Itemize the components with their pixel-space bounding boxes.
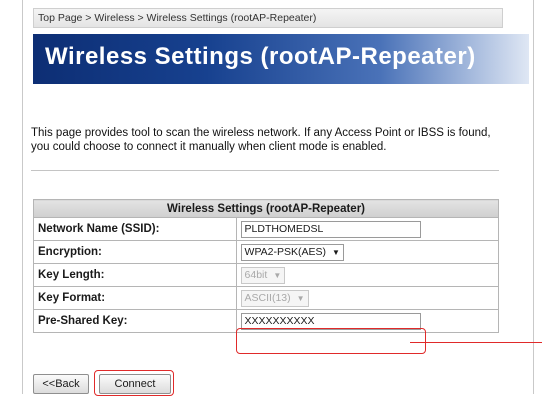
table-row: Key Format: ASCII(13) ▼	[33, 286, 500, 310]
table-header: Wireless Settings (rootAP-Repeater)	[33, 199, 499, 218]
psk-label: Pre-Shared Key:	[33, 309, 237, 333]
key-length-label: Key Length:	[33, 263, 237, 287]
breadcrumb: Top Page > Wireless > Wireless Settings …	[33, 8, 503, 28]
encryption-value: WPA2-PSK(AES)	[244, 245, 327, 258]
table-row: Key Length: 64bit ▼	[33, 263, 500, 287]
encryption-label: Encryption:	[33, 240, 237, 264]
callout-line	[410, 342, 542, 343]
table-row: Network Name (SSID): PLDTHOMEDSL	[33, 217, 500, 241]
key-format-value: ASCII(13)	[244, 291, 291, 304]
key-length-value: 64bit	[244, 268, 268, 281]
divider	[31, 170, 499, 171]
encryption-cell: WPA2-PSK(AES) ▼	[235, 240, 500, 264]
ssid-field[interactable]: PLDTHOMEDSL	[240, 220, 421, 238]
connect-highlight-box	[94, 370, 174, 396]
encryption-select[interactable]: WPA2-PSK(AES) ▼	[240, 243, 344, 261]
key-format-label: Key Format:	[33, 286, 237, 310]
chevron-down-icon: ▼	[332, 247, 340, 257]
key-format-cell: ASCII(13) ▼	[235, 286, 500, 310]
wireless-settings-table: Wireless Settings (rootAP-Repeater) Netw…	[33, 199, 500, 333]
key-format-select: ASCII(13) ▼	[240, 289, 309, 307]
page-title: Wireless Settings (rootAP-Repeater)	[45, 43, 476, 70]
chevron-down-icon: ▼	[296, 293, 305, 303]
psk-highlight-box	[236, 328, 426, 354]
key-length-select: 64bit ▼	[240, 266, 286, 284]
pre-shared-key-field[interactable]: XXXXXXXXXX	[240, 312, 421, 330]
table-row: Encryption: WPA2-PSK(AES) ▼	[33, 240, 500, 264]
title-banner: Wireless Settings (rootAP-Repeater)	[33, 34, 529, 84]
page-description: This page provides tool to scan the wire…	[31, 127, 491, 153]
ssid-label: Network Name (SSID):	[33, 217, 237, 241]
table-header-row: Wireless Settings (rootAP-Repeater)	[33, 199, 499, 218]
back-button[interactable]: <<Back	[33, 374, 89, 394]
key-length-cell: 64bit ▼	[235, 263, 500, 287]
ssid-cell: PLDTHOMEDSL	[235, 217, 500, 241]
chevron-down-icon: ▼	[273, 270, 282, 280]
